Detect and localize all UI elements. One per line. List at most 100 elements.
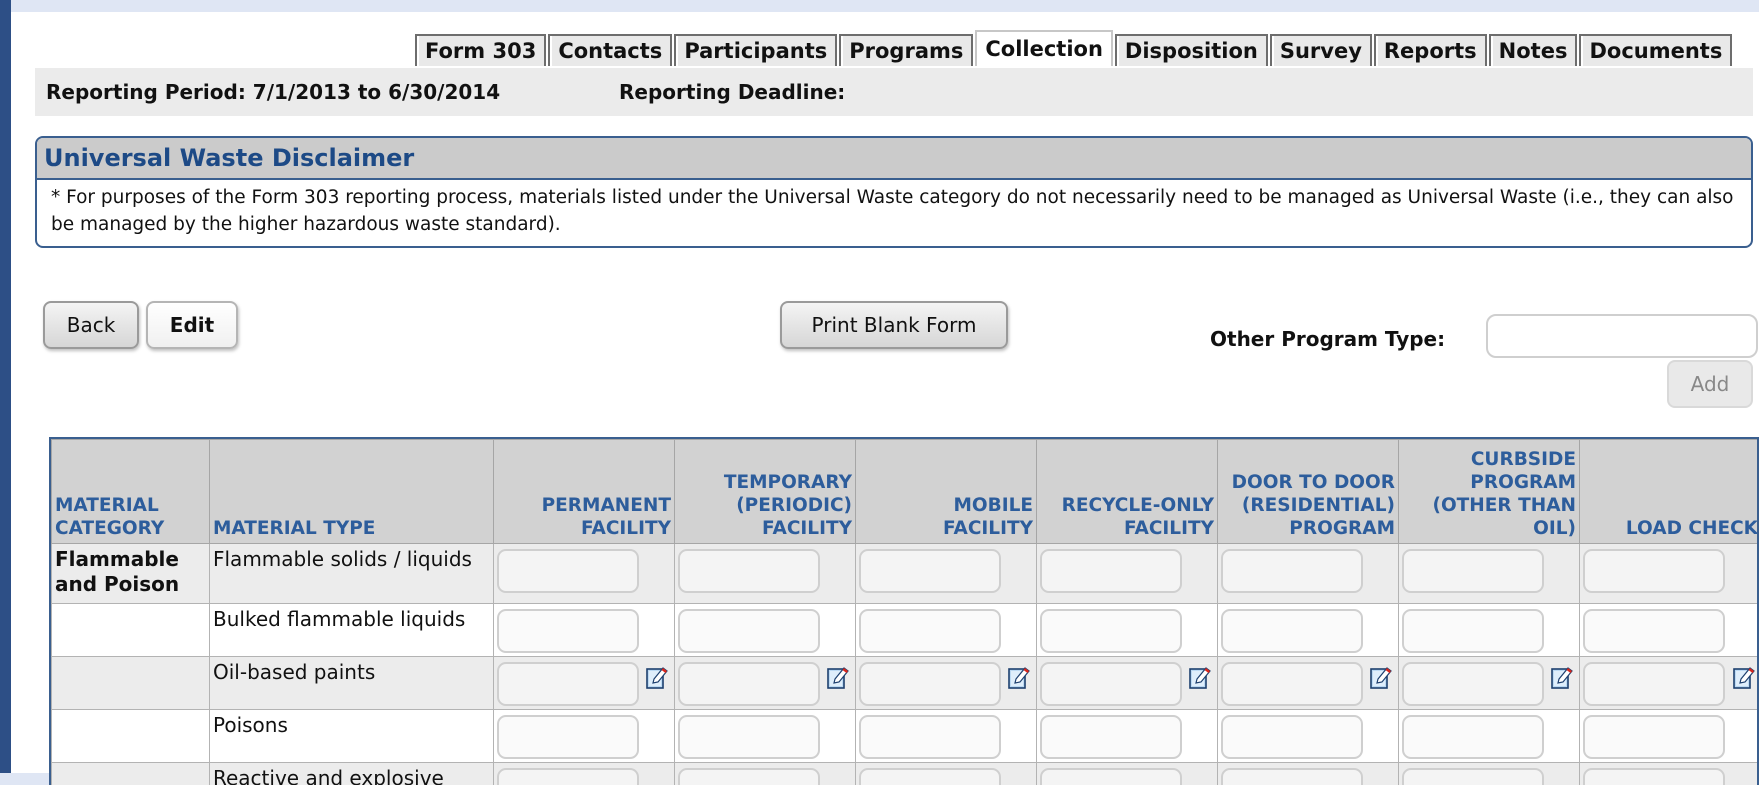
edit-note-icon[interactable] [1733, 665, 1755, 689]
reporting-deadline: Reporting Deadline: [619, 68, 845, 116]
mobile-cell [856, 604, 1037, 657]
recycle-only-quantity-input[interactable] [1040, 549, 1182, 593]
temporary-quantity-input[interactable] [678, 662, 820, 706]
curbside-cell [1399, 763, 1580, 785]
mobile-quantity-input[interactable] [859, 662, 1001, 706]
tab-participants[interactable]: Participants [674, 34, 837, 66]
mobile-cell [856, 710, 1037, 763]
material-category-cell [52, 657, 210, 710]
recycle-only-cell [1037, 657, 1218, 710]
edit-note-icon[interactable] [1189, 665, 1211, 689]
table-header-row: MATERIAL CATEGORY MATERIAL TYPE PERMANEN… [52, 440, 1759, 544]
header-mobile-facility: MOBILE FACILITY [856, 440, 1037, 544]
edit-button[interactable]: Edit [146, 301, 238, 349]
door-to-door-quantity-input[interactable] [1221, 549, 1363, 593]
permanent-quantity-input[interactable] [497, 768, 639, 785]
edit-note-icon[interactable] [1008, 665, 1030, 689]
table-row: Oil-based paints [52, 657, 1759, 710]
door-to-door-quantity-input[interactable] [1221, 609, 1363, 653]
reporting-period: Reporting Period: 7/1/2013 to 6/30/2014 [46, 68, 500, 116]
temporary-quantity-input[interactable] [678, 768, 820, 785]
edit-note-icon[interactable] [1551, 665, 1573, 689]
temporary-quantity-input[interactable] [678, 609, 820, 653]
tab-survey[interactable]: Survey [1270, 34, 1372, 66]
door-to-door-quantity-input[interactable] [1221, 662, 1363, 706]
load-check-quantity-input[interactable] [1583, 549, 1725, 593]
material-type-cell: Poisons [210, 710, 494, 763]
other-program-type-label: Other Program Type: [1210, 327, 1445, 351]
header-load-check: LOAD CHECK [1580, 440, 1759, 544]
universal-waste-disclaimer: Universal Waste Disclaimer * For purpose… [35, 136, 1753, 248]
curbside-quantity-input[interactable] [1402, 662, 1544, 706]
temporary-cell [675, 763, 856, 785]
table-row: Poisons [52, 710, 1759, 763]
content-panel: Form 303 Contacts Participants Programs … [11, 12, 1759, 773]
temporary-cell [675, 710, 856, 763]
door-to-door-cell [1218, 763, 1399, 785]
tab-notes[interactable]: Notes [1489, 34, 1578, 66]
tab-collection[interactable]: Collection [975, 30, 1113, 66]
load-check-quantity-input[interactable] [1583, 662, 1725, 706]
tab-reports[interactable]: Reports [1374, 34, 1487, 66]
top-frame-border [11, 0, 1759, 12]
header-permanent-facility: PERMANENT FACILITY [494, 440, 675, 544]
edit-note-icon[interactable] [827, 665, 849, 689]
load-check-cell [1580, 604, 1759, 657]
permanent-cell [494, 604, 675, 657]
recycle-only-quantity-input[interactable] [1040, 609, 1182, 653]
disclaimer-text: * For purposes of the Form 303 reporting… [37, 180, 1751, 242]
permanent-quantity-input[interactable] [497, 549, 639, 593]
recycle-only-quantity-input[interactable] [1040, 715, 1182, 759]
mobile-quantity-input[interactable] [859, 715, 1001, 759]
mobile-cell [856, 544, 1037, 604]
table-row: Reactive and explosive [52, 763, 1759, 785]
back-button[interactable]: Back [43, 301, 139, 349]
door-to-door-quantity-input[interactable] [1221, 715, 1363, 759]
material-category-cell [52, 763, 210, 785]
tab-form-303[interactable]: Form 303 [415, 34, 546, 66]
tab-programs[interactable]: Programs [839, 34, 973, 66]
permanent-cell [494, 710, 675, 763]
load-check-quantity-input[interactable] [1583, 768, 1725, 785]
add-button[interactable]: Add [1667, 360, 1753, 408]
header-material-category: MATERIAL CATEGORY [52, 440, 210, 544]
reporting-period-bar: Reporting Period: 7/1/2013 to 6/30/2014 … [35, 68, 1753, 116]
door-to-door-quantity-input[interactable] [1221, 768, 1363, 785]
recycle-only-quantity-input[interactable] [1040, 768, 1182, 785]
mobile-quantity-input[interactable] [859, 609, 1001, 653]
edit-note-icon[interactable] [646, 665, 668, 689]
temporary-quantity-input[interactable] [678, 715, 820, 759]
material-type-cell: Flammable solids / liquids [210, 544, 494, 604]
material-category-cell: Flammable and Poison [52, 544, 210, 604]
curbside-quantity-input[interactable] [1402, 715, 1544, 759]
material-category-cell [52, 604, 210, 657]
temporary-quantity-input[interactable] [678, 549, 820, 593]
disclaimer-title: Universal Waste Disclaimer [37, 138, 1751, 180]
door-to-door-cell [1218, 604, 1399, 657]
edit-note-icon[interactable] [1370, 665, 1392, 689]
curbside-quantity-input[interactable] [1402, 768, 1544, 785]
curbside-quantity-input[interactable] [1402, 549, 1544, 593]
header-temporary-facility: TEMPORARY (PERIODIC) FACILITY [675, 440, 856, 544]
permanent-quantity-input[interactable] [497, 662, 639, 706]
mobile-quantity-input[interactable] [859, 768, 1001, 785]
material-type-cell: Bulked flammable liquids [210, 604, 494, 657]
curbside-cell [1399, 604, 1580, 657]
tab-disposition[interactable]: Disposition [1115, 34, 1268, 66]
load-check-quantity-input[interactable] [1583, 715, 1725, 759]
material-type-cell: Oil-based paints [210, 657, 494, 710]
curbside-cell [1399, 710, 1580, 763]
recycle-only-cell [1037, 604, 1218, 657]
mobile-quantity-input[interactable] [859, 549, 1001, 593]
other-program-type-input[interactable] [1486, 314, 1758, 358]
load-check-quantity-input[interactable] [1583, 609, 1725, 653]
load-check-cell [1580, 657, 1759, 710]
permanent-quantity-input[interactable] [497, 609, 639, 653]
curbside-quantity-input[interactable] [1402, 609, 1544, 653]
tab-contacts[interactable]: Contacts [548, 34, 672, 66]
recycle-only-quantity-input[interactable] [1040, 662, 1182, 706]
door-to-door-cell [1218, 544, 1399, 604]
print-blank-form-button[interactable]: Print Blank Form [780, 301, 1008, 349]
permanent-quantity-input[interactable] [497, 715, 639, 759]
tab-documents[interactable]: Documents [1579, 34, 1732, 66]
